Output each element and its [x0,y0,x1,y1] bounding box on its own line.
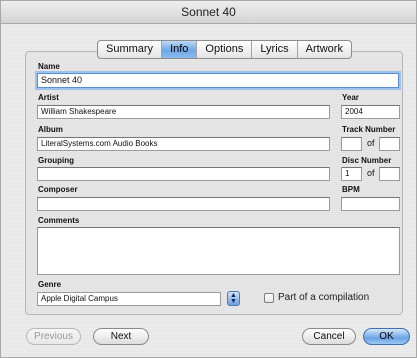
artist-label: Artist [38,93,59,102]
composer-label: Composer [38,185,78,194]
album-label: Album [38,125,63,134]
tab-lyrics[interactable]: Lyrics [252,41,298,58]
compilation-checkbox[interactable] [264,293,274,303]
next-button[interactable]: Next [93,328,149,345]
disc-number-field[interactable]: 1 [341,167,362,181]
name-field[interactable]: Sonnet 40 [37,73,399,88]
bpm-field[interactable] [341,197,400,211]
get-info-window: Sonnet 40 Summary Info Options Lyrics Ar… [0,0,417,358]
year-field[interactable]: 2004 [341,105,400,119]
info-panel [25,51,403,315]
chevron-down-icon: ▼ [230,298,237,305]
genre-select[interactable]: Apple Digital Campus [37,292,221,306]
comments-label: Comments [38,216,80,225]
year-label: Year [342,93,359,102]
composer-field[interactable] [37,197,330,211]
track-of-label: of [367,138,375,148]
window-title: Sonnet 40 [1,1,416,24]
disc-total-field[interactable] [379,167,400,181]
disc-of-label: of [367,168,375,178]
genre-popup-button[interactable]: ▲ ▼ [227,291,240,306]
ok-button[interactable]: OK [363,328,410,345]
album-field[interactable]: LiteralSystems.com Audio Books [37,137,330,151]
track-number-label: Track Number [342,125,396,134]
genre-label: Genre [38,280,62,289]
tab-summary[interactable]: Summary [98,41,163,58]
tab-info[interactable]: Info [162,41,198,58]
artist-field[interactable]: William Shakespeare [37,105,330,119]
previous-button[interactable]: Previous [26,328,81,345]
track-total-field[interactable] [379,137,400,151]
tab-artwork[interactable]: Artwork [298,41,351,58]
name-label: Name [38,62,60,71]
tab-bar: Summary Info Options Lyrics Artwork [97,40,352,59]
comments-textarea[interactable] [37,227,400,275]
disc-number-label: Disc Number [342,156,392,165]
track-number-field[interactable] [341,137,362,151]
cancel-button[interactable]: Cancel [302,328,356,345]
grouping-label: Grouping [38,156,74,165]
grouping-field[interactable] [37,167,330,181]
compilation-label: Part of a compilation [278,292,370,303]
tab-options[interactable]: Options [197,41,253,58]
bpm-label: BPM [342,185,360,194]
